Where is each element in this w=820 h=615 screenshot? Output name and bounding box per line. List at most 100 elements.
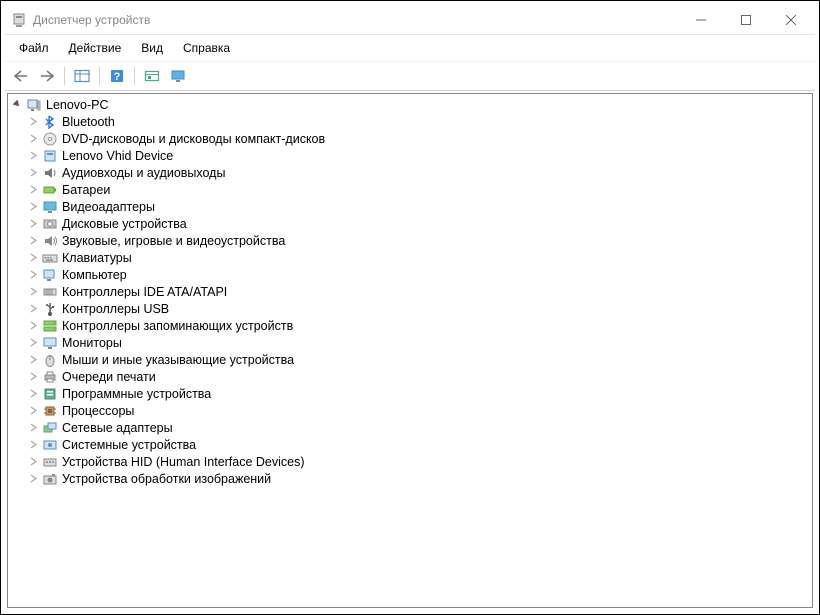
device-category[interactable]: Компьютер [8,266,812,283]
app-icon [11,12,27,28]
device-category[interactable]: Сетевые адаптеры [8,419,812,436]
cpu-icon [42,403,58,419]
window-controls [678,6,813,34]
expand-icon[interactable] [26,185,40,194]
scan-hardware-button[interactable] [140,65,164,87]
device-category[interactable]: Контроллеры USB [8,300,812,317]
back-button[interactable] [9,65,33,87]
expand-icon[interactable] [26,287,40,296]
category-label: Процессоры [60,404,134,418]
toolbar-separator [134,67,135,85]
ide-icon [42,284,58,300]
device-tree-panel[interactable]: Lenovo-PC BluetoothDVD-дисководы и дисков… [7,93,813,608]
expand-icon[interactable] [26,355,40,364]
keyboard-icon [42,250,58,266]
sound-icon [42,233,58,249]
display-button[interactable] [166,65,190,87]
menu-file[interactable]: Файл [9,37,59,59]
device-category[interactable]: Мыши и иные указывающие устройства [8,351,812,368]
device-category[interactable]: Lenovo Vhid Device [8,147,812,164]
expand-icon[interactable] [26,372,40,381]
expand-icon[interactable] [26,236,40,245]
category-label: Компьютер [60,268,127,282]
expand-icon[interactable] [26,134,40,143]
category-label: Аудиовходы и аудиовыходы [60,166,225,180]
bluetooth-icon [42,114,58,130]
computer-icon [42,267,58,283]
collapse-icon[interactable] [10,100,24,109]
menubar: Файл Действие Вид Справка [5,35,815,62]
hdd-icon [42,216,58,232]
device-tree: Lenovo-PC BluetoothDVD-дисководы и дисков… [8,96,812,487]
expand-icon[interactable] [26,440,40,449]
device-category[interactable]: Звуковые, игровые и видеоустройства [8,232,812,249]
software-icon [42,386,58,402]
expand-icon[interactable] [26,389,40,398]
expand-icon[interactable] [26,406,40,415]
toolbar-separator [99,67,100,85]
device-manager-window: Диспетчер устройств Файл Действие Вид Сп… [1,1,819,614]
device-category[interactable]: Батареи [8,181,812,198]
menu-help[interactable]: Справка [173,37,240,59]
device-category[interactable]: Мониторы [8,334,812,351]
device-category[interactable]: Аудиовходы и аудиовыходы [8,164,812,181]
device-category[interactable]: Программные устройства [8,385,812,402]
expand-icon[interactable] [26,304,40,313]
monitor-icon [42,335,58,351]
menu-action[interactable]: Действие [59,37,132,59]
expand-icon[interactable] [26,253,40,262]
category-label: Программные устройства [60,387,211,401]
category-label: Контроллеры IDE ATA/ATAPI [60,285,227,299]
close-button[interactable] [768,6,813,34]
device-category[interactable]: Процессоры [8,402,812,419]
usb-icon [42,301,58,317]
expand-icon[interactable] [26,168,40,177]
system-icon [42,437,58,453]
device-category[interactable]: Устройства HID (Human Interface Devices) [8,453,812,470]
tree-root[interactable]: Lenovo-PC [8,96,812,113]
category-label: Контроллеры USB [60,302,169,316]
device-category[interactable]: Контроллеры IDE ATA/ATAPI [8,283,812,300]
expand-icon[interactable] [26,202,40,211]
device-category[interactable]: Очереди печати [8,368,812,385]
category-label: Контроллеры запоминающих устройств [60,319,293,333]
device-category[interactable]: Системные устройства [8,436,812,453]
category-label: Звуковые, игровые и видеоустройства [60,234,285,248]
device-category[interactable]: Контроллеры запоминающих устройств [8,317,812,334]
category-label: Сетевые адаптеры [60,421,173,435]
audio-icon [42,165,58,181]
expand-icon[interactable] [26,321,40,330]
forward-button[interactable] [35,65,59,87]
show-hide-console-button[interactable] [70,65,94,87]
category-label: Дисковые устройства [60,217,187,231]
category-label: Устройства обработки изображений [60,472,271,486]
disc-icon [42,131,58,147]
device-icon [42,148,58,164]
device-category[interactable]: DVD-дисководы и дисководы компакт-дисков [8,130,812,147]
category-label: Мониторы [60,336,122,350]
expand-icon[interactable] [26,151,40,160]
device-category[interactable]: Bluetooth [8,113,812,130]
device-category[interactable]: Дисковые устройства [8,215,812,232]
category-label: Устройства HID (Human Interface Devices) [60,455,305,469]
expand-icon[interactable] [26,270,40,279]
hid-icon [42,454,58,470]
expand-icon[interactable] [26,219,40,228]
toolbar: ? [5,62,815,91]
maximize-button[interactable] [723,6,768,34]
expand-icon[interactable] [26,457,40,466]
help-button[interactable]: ? [105,65,129,87]
device-category[interactable]: Видеоадаптеры [8,198,812,215]
expand-icon[interactable] [26,117,40,126]
expand-icon[interactable] [26,338,40,347]
expand-icon[interactable] [26,474,40,483]
expand-icon[interactable] [26,423,40,432]
device-category[interactable]: Клавиатуры [8,249,812,266]
category-label: Bluetooth [60,115,115,129]
category-label: Очереди печати [60,370,156,384]
menu-view[interactable]: Вид [131,37,173,59]
minimize-button[interactable] [678,6,723,34]
device-category[interactable]: Устройства обработки изображений [8,470,812,487]
storage-icon [42,318,58,334]
computer-icon [26,97,42,113]
